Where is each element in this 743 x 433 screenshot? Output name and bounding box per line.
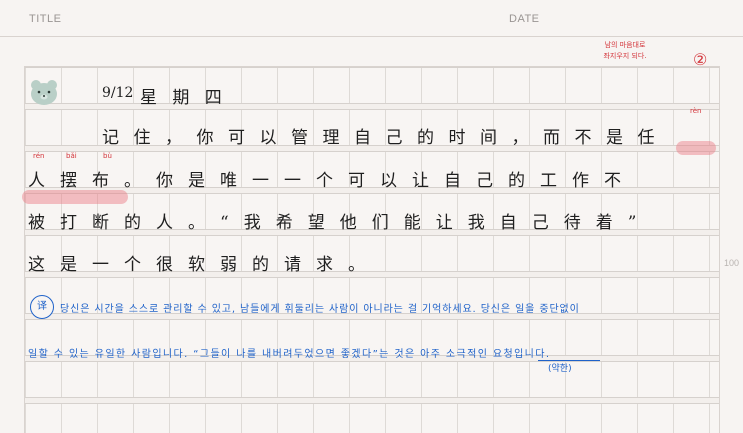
red-annotation: 남의 마음대로 좌지우지 되다.	[590, 40, 660, 62]
chinese-line-4: 被打断的人。“我希望他们能让我自己待着”	[28, 213, 652, 233]
translation-sub-note: (약한)	[548, 364, 572, 374]
entry-weekday: 星 期 四	[140, 88, 227, 108]
chinese-line-3: 人摆布。你是唯一一个可以让自己的工作不	[28, 171, 636, 191]
translation-line-2: 일할 수 있는 유일한 사람입니다. “그들이 나를 내버려두었으면 좋겠다”는…	[28, 349, 551, 360]
grid-row	[25, 361, 719, 398]
date-label[interactable]: DATE	[509, 13, 540, 25]
chinese-line-2: 记住，你可以管理自己的时间，而不是任	[102, 128, 669, 148]
bear-sticker-icon	[31, 80, 57, 105]
chinese-line-5: 这是一个很软弱的请求。	[28, 255, 380, 275]
highlight-ren	[676, 141, 716, 155]
page-header: TITLE DATE	[0, 0, 743, 37]
notebook-page: TITLE DATE 100 남의 마음대로 좌지우지 되다. ② 9/12 星…	[0, 0, 743, 433]
pinyin-ren: rén	[33, 152, 45, 160]
red-annotation-line-1: 남의 마음대로	[604, 41, 646, 49]
translation-line-1: 당신은 시간을 스스로 관리할 수 있고, 남들에게 휘둘리는 사람이 아니라는…	[60, 304, 580, 315]
grid-row	[25, 403, 719, 433]
pinyin-ren-2: rèn	[690, 107, 702, 115]
translation-badge: 译	[30, 295, 54, 319]
entry-date: 9/12	[102, 85, 134, 101]
pinyin-bai: bǎi	[66, 152, 77, 160]
highlight-ren-bai-bu	[22, 190, 128, 204]
page-number: 100	[723, 258, 739, 268]
title-label[interactable]: TITLE	[29, 13, 61, 25]
pinyin-bu: bù	[103, 152, 112, 160]
red-annotation-line-2: 좌지우지 되다.	[603, 52, 647, 60]
